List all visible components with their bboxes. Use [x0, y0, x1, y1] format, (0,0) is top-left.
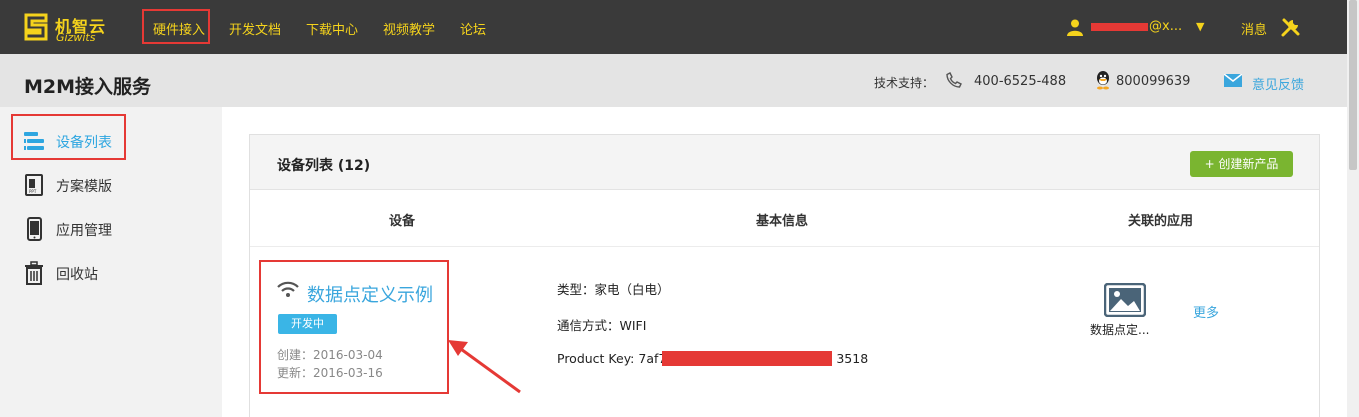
redacted-product-key	[662, 351, 832, 366]
tools-icon[interactable]	[1280, 16, 1302, 38]
sidebar-item-template[interactable]: PPT 方案模版	[0, 166, 222, 202]
nav-download-center[interactable]: 下载中心	[306, 19, 358, 38]
gizwits-logo-icon	[24, 13, 48, 41]
nav-dev-docs[interactable]: 开发文档	[229, 19, 281, 38]
linked-app-name[interactable]: 数据点定...	[1090, 321, 1149, 338]
annotation-highlight-device	[259, 260, 449, 394]
service-header: M2M接入服务 技术支持： 400-6525-488 800099639 意见反…	[0, 54, 1347, 107]
annotation-highlight-sidebar	[11, 114, 126, 160]
sidebar-item-recycle-bin[interactable]: 回收站	[0, 254, 222, 290]
mail-icon[interactable]	[1224, 74, 1242, 87]
sidebar-item-label: 应用管理	[56, 223, 112, 239]
product-key-prefix: Product Key: 7af7	[557, 351, 667, 366]
nav-video-tutorials[interactable]: 视频教学	[383, 19, 435, 38]
redacted-username	[1091, 23, 1148, 31]
sidebar-item-label: 方案模版	[56, 179, 112, 195]
user-icon[interactable]	[1066, 18, 1084, 36]
annotation-arrow-icon	[448, 340, 521, 394]
messages-link[interactable]: 消息	[1241, 19, 1267, 38]
column-header-basic-info: 基本信息	[756, 214, 809, 229]
nav-forum[interactable]: 论坛	[460, 19, 486, 38]
create-product-button[interactable]: + 创建新产品	[1190, 151, 1293, 177]
gizwits-logo[interactable]: 机智云 Gizwits	[24, 10, 144, 44]
feedback-link[interactable]: 意见反馈	[1252, 74, 1304, 93]
user-email-suffix: @x...	[1149, 19, 1183, 34]
support-qq: 800099639	[1116, 74, 1191, 89]
more-apps-link[interactable]: 更多	[1193, 302, 1219, 321]
qq-icon	[1097, 71, 1109, 90]
support-phone: 400-6525-488	[974, 74, 1067, 89]
header-divider	[250, 246, 1319, 247]
annotation-highlight-nav	[142, 9, 210, 44]
product-key-suffix: 3518	[836, 351, 869, 366]
phone-icon	[946, 72, 962, 88]
panel-header: 设备列表 (12) + 创建新产品	[250, 135, 1319, 190]
user-dropdown-caret-icon[interactable]: ▼	[1196, 20, 1204, 33]
column-header-linked-apps: 关联的应用	[1128, 214, 1194, 229]
device-comm-method: 通信方式：WIFI	[557, 318, 647, 333]
device-type: 类型：家电（白电）	[557, 282, 670, 297]
page-title: M2M接入服务	[24, 76, 152, 98]
page-scrollbar-thumb[interactable]	[1349, 0, 1357, 170]
support-label: 技术支持：	[874, 76, 935, 90]
image-placeholder-icon[interactable]	[1104, 283, 1146, 317]
template-icon: PPT	[25, 174, 43, 196]
brand-name-en: Gizwits	[56, 31, 96, 44]
svg-text:PPT: PPT	[29, 189, 37, 194]
trash-icon	[25, 261, 43, 285]
sidebar-item-label: 回收站	[56, 267, 98, 283]
column-header-device: 设备	[389, 214, 416, 229]
sidebar-item-app-management[interactable]: 应用管理	[0, 210, 222, 246]
phone-app-icon	[27, 217, 42, 241]
panel-title: 设备列表 (12)	[277, 158, 371, 174]
